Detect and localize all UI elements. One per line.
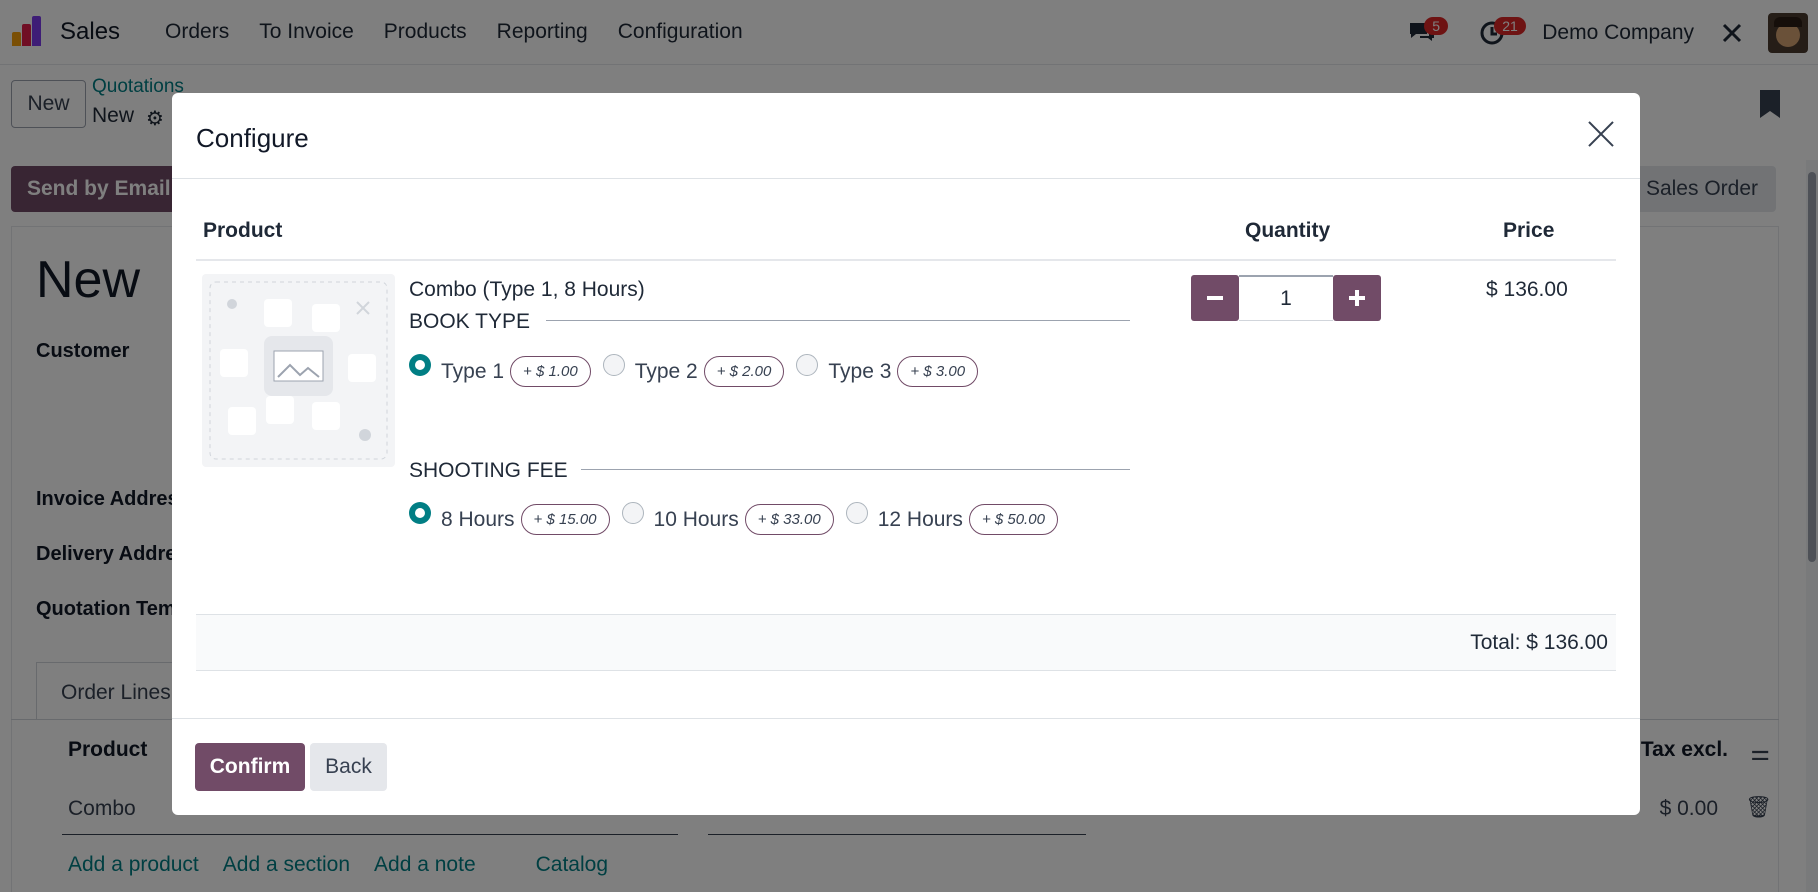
attribute-title-book-type: BOOK TYPE: [409, 310, 530, 333]
price-extra-badge: + $ 15.00: [520, 504, 610, 535]
col-price-header: Price: [1503, 219, 1555, 242]
total-row: Total: $ 136.00: [196, 614, 1616, 671]
price-extra-badge: + $ 3.00: [897, 356, 979, 387]
radio-type-3[interactable]: [796, 353, 819, 376]
price-extra-badge: + $ 33.00: [744, 504, 834, 535]
dialog-header: Configure: [172, 93, 1640, 179]
radio-10-hours[interactable]: [621, 501, 644, 524]
attribute-options-shooting-fee: 8 Hours + $ 15.00 10 Hours + $ 33.00 12 …: [409, 501, 1058, 535]
dialog-footer: Confirm Back: [172, 718, 1640, 815]
close-icon[interactable]: [1586, 119, 1616, 149]
confirm-button[interactable]: Confirm: [195, 743, 305, 791]
decrease-quantity-button[interactable]: [1191, 275, 1239, 321]
attribute-title-shooting-fee: SHOOTING FEE: [409, 459, 568, 482]
dialog-title: Configure: [196, 123, 309, 153]
radio-type-2[interactable]: [602, 353, 625, 376]
minus-icon: [1207, 296, 1223, 300]
quantity-input[interactable]: [1239, 275, 1333, 321]
option-label-type-2[interactable]: Type 2: [635, 360, 698, 384]
quantity-stepper: [1191, 275, 1381, 321]
header-divider: [196, 259, 1616, 261]
option-label-type-3[interactable]: Type 3: [828, 360, 891, 384]
configure-dialog: Configure Product Quantity Price Combo (…: [172, 93, 1640, 815]
option-label-10-hours[interactable]: 10 Hours: [654, 508, 739, 532]
plus-icon: [1349, 290, 1365, 306]
attribute-options-book-type: Type 1 + $ 1.00 Type 2 + $ 2.00 Type 3 +…: [409, 353, 979, 387]
radio-12-hours[interactable]: [845, 501, 868, 524]
back-button[interactable]: Back: [310, 743, 387, 791]
col-quantity-header: Quantity: [1245, 219, 1331, 242]
product-image: [202, 274, 395, 467]
col-product-header: Product: [203, 219, 283, 242]
option-label-8-hours[interactable]: 8 Hours: [441, 508, 515, 532]
price-extra-badge: + $ 2.00: [703, 356, 785, 387]
product-placeholder-icon: [209, 281, 388, 460]
line-price: $ 136.00: [1486, 278, 1568, 301]
increase-quantity-button[interactable]: [1333, 275, 1381, 321]
price-extra-badge: + $ 50.00: [968, 504, 1058, 535]
total-amount: Total: $ 136.00: [1470, 631, 1608, 654]
configured-product-name: Combo (Type 1, 8 Hours): [409, 278, 645, 301]
radio-type-1[interactable]: [409, 353, 431, 376]
attribute-divider: [546, 320, 1130, 321]
option-label-12-hours[interactable]: 12 Hours: [878, 508, 963, 532]
option-label-type-1[interactable]: Type 1: [441, 360, 504, 384]
price-extra-badge: + $ 1.00: [510, 356, 591, 387]
radio-8-hours[interactable]: [409, 501, 431, 524]
attribute-divider: [581, 469, 1130, 470]
